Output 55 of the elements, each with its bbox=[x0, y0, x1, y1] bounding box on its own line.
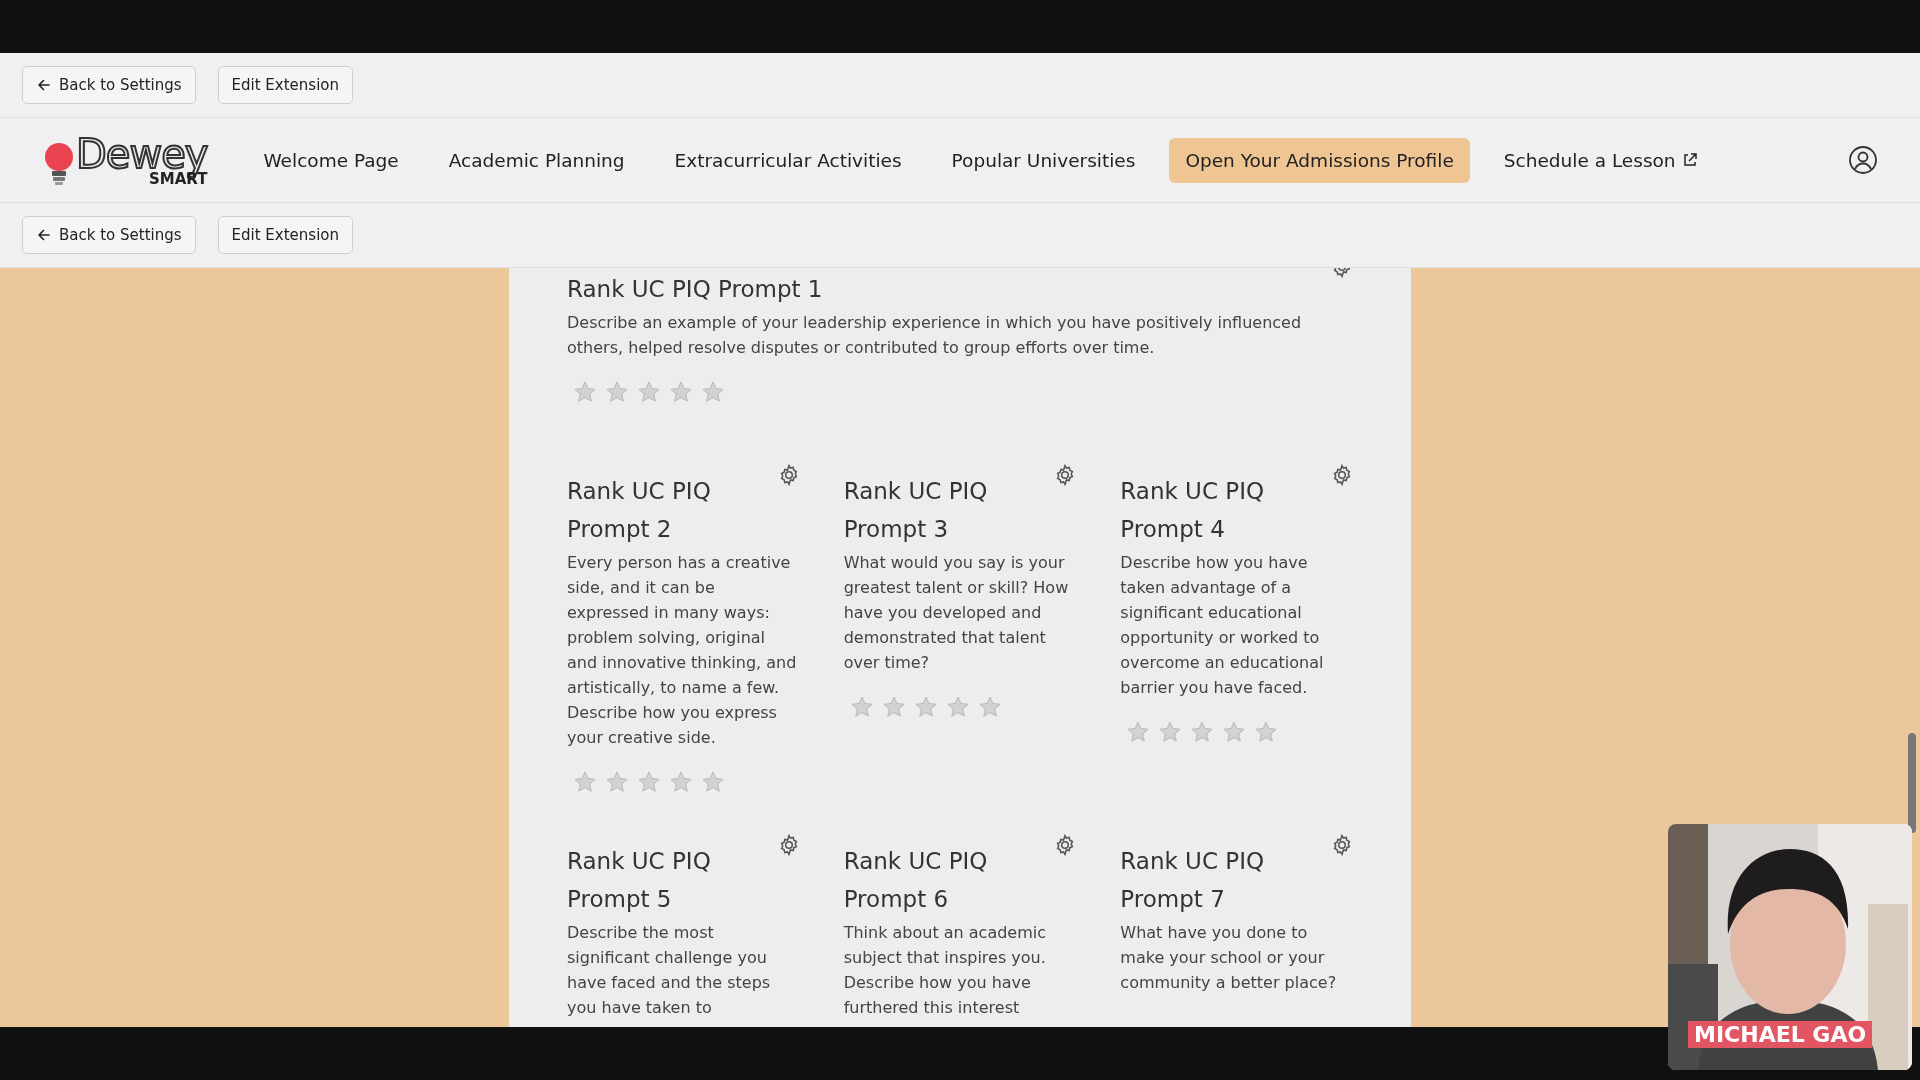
arrow-left-icon bbox=[36, 77, 52, 93]
star-icon[interactable] bbox=[637, 770, 661, 794]
star-icon[interactable] bbox=[573, 380, 597, 404]
star-icon[interactable] bbox=[669, 770, 693, 794]
prompt-title: Rank UC PIQ Prompt 5 bbox=[567, 847, 712, 914]
nav-link[interactable]: Welcome Page bbox=[247, 137, 415, 183]
prompt-title: Rank UC PIQ Prompt 1 bbox=[567, 275, 823, 304]
scrollbar[interactable] bbox=[1908, 733, 1916, 833]
star-icon[interactable] bbox=[573, 770, 597, 794]
back-button[interactable]: Back to Settings bbox=[22, 66, 196, 104]
prompt-title: Rank UC PIQ Prompt 2 bbox=[567, 477, 712, 544]
nav-link[interactable]: Open Your Admissions Profile bbox=[1169, 137, 1470, 183]
settings-button[interactable] bbox=[1331, 834, 1353, 856]
star-icon[interactable] bbox=[701, 770, 725, 794]
star-icon[interactable] bbox=[1254, 720, 1279, 744]
star-icon[interactable] bbox=[637, 380, 661, 404]
star-icon[interactable] bbox=[1158, 720, 1183, 744]
star-icon[interactable] bbox=[701, 380, 725, 404]
star-icon[interactable] bbox=[977, 695, 1002, 719]
star-icon[interactable] bbox=[605, 380, 629, 404]
name-tag: MICHAEL GAO bbox=[1688, 1021, 1873, 1048]
prompt-description: What would you say is your greatest talent or skill? How have you developed and demonstrated that talent over time? bbox=[843, 552, 1070, 674]
settings-button[interactable] bbox=[1331, 464, 1353, 486]
lightbulb-icon bbox=[42, 140, 76, 187]
star-icon[interactable] bbox=[669, 380, 693, 404]
edit-extension-button[interactable]: Edit Extension bbox=[217, 216, 353, 254]
prompt-title: Rank UC PIQ Prompt 4 bbox=[1120, 477, 1266, 544]
arrow-left-icon bbox=[36, 227, 52, 243]
logo[interactable]: Dewey SMART bbox=[42, 133, 208, 187]
star-icon[interactable] bbox=[1222, 720, 1247, 744]
star-icon[interactable] bbox=[945, 695, 970, 719]
prompt-description: Describe an example of your leadership experience in which you have positively influenced others, helped resolve disputes or contributed to group efforts over time. bbox=[567, 312, 1303, 359]
nav-link[interactable]: Popular Universities bbox=[935, 137, 1152, 183]
back-button[interactable]: Back to Settings bbox=[22, 216, 196, 254]
star-icon[interactable] bbox=[913, 695, 938, 719]
nav-link[interactable]: Schedule a Lesson bbox=[1487, 137, 1714, 183]
prompt-description: Every person has a creative side, and it can be expressed in many ways: problem solving, original and innovative thinking, and artistically, to name a few. Describe how you express your creative side. bbox=[567, 552, 798, 749]
nav-link[interactable]: Extracurricular Activities bbox=[658, 137, 918, 183]
user-icon bbox=[1848, 145, 1878, 175]
prompt-description: Describe the most significant challenge you have faced and the steps you have taken to bbox=[567, 922, 772, 1019]
prompt-title: Rank UC PIQ Prompt 6 bbox=[843, 847, 989, 914]
nav-link[interactable]: Academic Planning bbox=[432, 137, 641, 183]
star-icon[interactable] bbox=[1126, 720, 1151, 744]
star-icon[interactable] bbox=[605, 770, 629, 794]
prompt-title: Rank UC PIQ Prompt 7 bbox=[1120, 847, 1266, 914]
star-icon[interactable] bbox=[849, 695, 874, 719]
prompt-title: Rank UC PIQ Prompt 3 bbox=[843, 477, 989, 544]
account-button[interactable] bbox=[1848, 145, 1878, 175]
star-icon[interactable] bbox=[881, 695, 906, 719]
prompt-description: Describe how you have taken advantage of a significant educational opportunity or worked to overcome an educational barrier you have faced. bbox=[1120, 552, 1325, 699]
prompt-description: What have you done to make your school or your community a better place? bbox=[1120, 922, 1338, 994]
external-link-icon bbox=[1681, 152, 1698, 168]
edit-extension-button[interactable]: Edit Extension bbox=[217, 66, 353, 104]
star-icon[interactable] bbox=[1190, 720, 1215, 744]
prompt-description: Think about an academic subject that inspires you. Describe how you have furthered this interest bbox=[843, 922, 1048, 1019]
